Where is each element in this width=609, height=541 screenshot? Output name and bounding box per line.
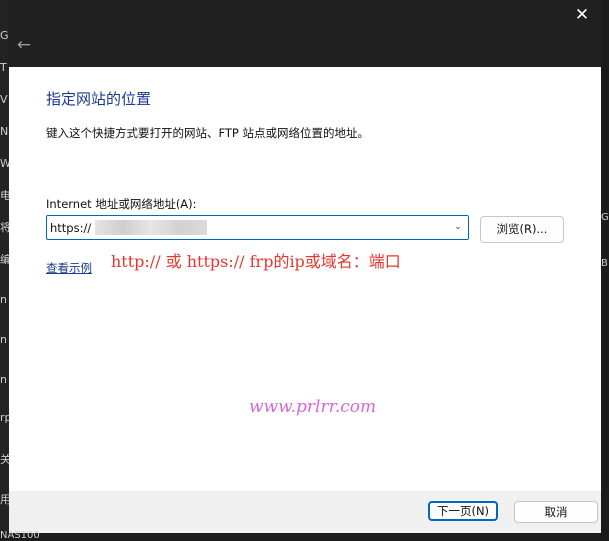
background-char: rp (0, 412, 9, 424)
background-char: W (0, 158, 9, 170)
background-right-edge (601, 0, 609, 541)
background-app-strip: G T V N W 电 将 编 n n n rp 关 用 (0, 0, 9, 541)
dialog-content: 指定网站的位置 键入这个快捷方式要打开的网站、FTP 站点或网络位置的地址。 I… (9, 67, 601, 491)
background-char: n (0, 334, 7, 346)
background-bottom-edge (0, 533, 609, 541)
background-char: T (0, 62, 7, 74)
background-char: 编 (0, 254, 9, 266)
background-char: 用 (0, 494, 9, 506)
instruction-text: 键入这个快捷方式要打开的网站、FTP 站点或网络位置的地址。 (46, 126, 370, 140)
background-char: 关 (0, 454, 9, 466)
see-example-link[interactable]: 查看示例 (46, 260, 92, 276)
background-taskbar-text: NAS100 (0, 530, 40, 541)
title-bar: ← ✕ (9, 0, 601, 67)
url-field-label: Internet 地址或网络地址(A): (46, 197, 197, 211)
close-icon[interactable]: ✕ (569, 3, 595, 27)
background-char: B (601, 258, 608, 269)
annotation-text: http:// 或 https:// frp的ip或域名：端口 (111, 252, 401, 271)
background-char: 将 (0, 222, 9, 234)
next-button[interactable]: 下一页(N) (428, 501, 498, 521)
background-char: n (0, 374, 7, 386)
watermark: www.prlrr.com (249, 397, 377, 417)
background-char: G (0, 30, 9, 42)
url-input[interactable]: https:// ⌄ (46, 215, 469, 240)
url-input-value: https:// (50, 221, 92, 235)
back-arrow-icon[interactable]: ← (12, 34, 36, 56)
background-char: Gi (601, 212, 609, 223)
page-title: 指定网站的位置 (46, 90, 152, 108)
shortcut-wizard-window: ← ✕ 指定网站的位置 键入这个快捷方式要打开的网站、FTP 站点或网络位置的地… (9, 0, 601, 541)
background-char: V (0, 94, 8, 106)
chevron-down-icon[interactable]: ⌄ (451, 220, 465, 235)
browse-button[interactable]: 浏览(R)... (480, 216, 564, 243)
cancel-button[interactable]: 取消 (514, 501, 598, 523)
background-char: N (0, 126, 9, 138)
background-char: 电 (0, 190, 9, 202)
redacted-address (95, 220, 207, 235)
background-char: n (0, 294, 7, 306)
